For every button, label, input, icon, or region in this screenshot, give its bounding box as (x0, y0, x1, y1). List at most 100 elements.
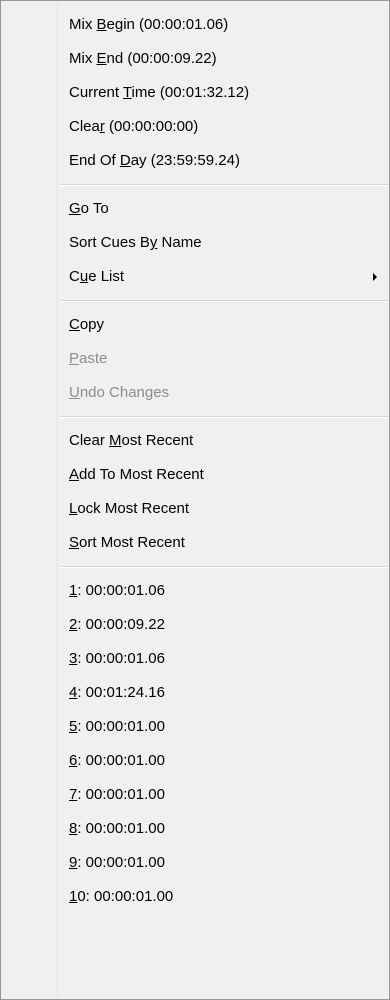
chevron-right-icon (373, 273, 377, 281)
menu-item-label: 4: 00:01:24.16 (69, 684, 165, 701)
label-text: : 00:00:01.00 (77, 752, 165, 769)
label-text: : 00:01:24.16 (77, 684, 165, 701)
label-text: egin (00:00:01.06) (106, 16, 229, 33)
menu-item-label: 6: 00:00:01.00 (69, 752, 165, 769)
label-text: : 00:00:01.00 (77, 820, 165, 837)
paste-item: Paste (1, 342, 389, 376)
label-text: : 00:00:01.06 (77, 582, 165, 599)
menu-item-label: Copy (69, 316, 104, 333)
menu-separator (1, 294, 389, 308)
context-menu: Mix Begin (00:00:01.06) Mix End (00:00:09… (0, 0, 390, 1000)
recent-item-1[interactable]: 1: 00:00:01.06 (1, 574, 389, 608)
label-text: C (69, 268, 80, 285)
label-text: : 00:00:01.00 (77, 854, 165, 871)
menu-item-label: 2: 00:00:09.22 (69, 616, 165, 633)
label-text: nd (00:00:09.22) (106, 50, 217, 67)
menu-item-label: Add To Most Recent (69, 466, 204, 483)
access-key: C (69, 316, 80, 333)
menu-item-label: 1: 00:00:01.06 (69, 582, 165, 599)
label-text: Current (69, 84, 123, 101)
menu-item-label: Clear (00:00:00:00) (69, 118, 198, 135)
go-to-item[interactable]: Go To (1, 192, 389, 226)
label-text: : 00:00:09.22 (77, 616, 165, 633)
menu-item-label: 7: 00:00:01.00 (69, 786, 165, 803)
label-text: Mix (69, 50, 97, 67)
label-text: ndo Changes (79, 384, 170, 401)
recent-item-9[interactable]: 9: 00:00:01.00 (1, 846, 389, 880)
current-time-item[interactable]: Current Time (00:01:32.12) (1, 76, 389, 110)
label-text: ock Most Recent (77, 500, 190, 517)
menu-item-label: Mix End (00:00:09.22) (69, 50, 217, 67)
access-key: D (119, 152, 131, 169)
recent-item-3[interactable]: 3: 00:00:01.06 (1, 642, 389, 676)
label-text: ime (00:01:32.12) (131, 84, 250, 101)
end-of-day-item[interactable]: End Of Day (23:59:59.24) (1, 144, 389, 178)
label-text: End Of (69, 152, 120, 169)
access-key: M (109, 432, 122, 449)
label-text: o To (80, 200, 109, 217)
menu-item-label: 10: 00:00:01.00 (69, 888, 173, 905)
menu-item-label: 3: 00:00:01.06 (69, 650, 165, 667)
menu-item-label: Sort Most Recent (69, 534, 185, 551)
sort-cues-by-name-item[interactable]: Sort Cues By Name (1, 226, 389, 260)
label-text: 0: 00:00:01.00 (77, 888, 174, 905)
label-text: Sort Cues B (69, 234, 150, 251)
label-text: ort Most Recent (79, 534, 185, 551)
menu-item-label: 9: 00:00:01.00 (69, 854, 165, 871)
label-text: : 00:00:01.00 (77, 786, 165, 803)
menu-separator (1, 410, 389, 424)
label-text: ost Recent (121, 432, 194, 449)
menu-item-label: 5: 00:00:01.00 (69, 718, 165, 735)
label-text: (00:00:00:00) (104, 118, 199, 135)
access-key: u (79, 268, 89, 285)
recent-item-8[interactable]: 8: 00:00:01.00 (1, 812, 389, 846)
menu-item-label: Clear Most Recent (69, 432, 193, 449)
add-to-most-recent-item[interactable]: Add To Most Recent (1, 458, 389, 492)
cue-list-item[interactable]: Cue List (1, 260, 389, 294)
access-key: A (69, 466, 80, 483)
menu-item-label: Go To (69, 200, 109, 217)
label-text: Mix (69, 16, 97, 33)
recent-item-2[interactable]: 2: 00:00:09.22 (1, 608, 389, 642)
label-text: aste (79, 350, 108, 367)
recent-item-4[interactable]: 4: 00:01:24.16 (1, 676, 389, 710)
label-text: opy (79, 316, 105, 333)
recent-item-5[interactable]: 5: 00:00:01.00 (1, 710, 389, 744)
menu-item-label: Paste (69, 350, 107, 367)
menu-item-label: End Of Day (23:59:59.24) (69, 152, 240, 169)
menu-items: Mix Begin (00:00:01.06) Mix End (00:00:09… (1, 8, 389, 914)
lock-most-recent-item[interactable]: Lock Most Recent (1, 492, 389, 526)
menu-item-label: Undo Changes (69, 384, 169, 401)
recent-item-7[interactable]: 7: 00:00:01.00 (1, 778, 389, 812)
menu-item-label: Lock Most Recent (69, 500, 189, 517)
access-key: S (69, 534, 80, 551)
recent-item-10[interactable]: 10: 00:00:01.00 (1, 880, 389, 914)
menu-item-label: Cue List (69, 268, 124, 285)
access-key: E (96, 50, 107, 67)
clear-most-recent-item[interactable]: Clear Most Recent (1, 424, 389, 458)
label-text: ay (23:59:59.24) (130, 152, 240, 169)
copy-item[interactable]: Copy (1, 308, 389, 342)
mix-end-item[interactable]: Mix End (00:00:09.22) (1, 42, 389, 76)
label-text: : 00:00:01.00 (77, 718, 165, 735)
sort-most-recent-item[interactable]: Sort Most Recent (1, 526, 389, 560)
label-text: Clear (69, 432, 110, 449)
label-text: Clea (69, 118, 100, 135)
menu-item-label: Mix Begin (00:00:01.06) (69, 16, 228, 33)
label-text: : 00:00:01.06 (77, 650, 165, 667)
menu-item-label: 8: 00:00:01.00 (69, 820, 165, 837)
recent-item-6[interactable]: 6: 00:00:01.00 (1, 744, 389, 778)
menu-separator (1, 560, 389, 574)
clear-item[interactable]: Clear (00:00:00:00) (1, 110, 389, 144)
access-key: P (69, 350, 80, 367)
menu-separator (1, 178, 389, 192)
access-key: G (69, 200, 81, 217)
label-text: e List (88, 268, 125, 285)
access-key: T (122, 84, 132, 101)
access-key: B (96, 16, 107, 33)
undo-changes-item: Undo Changes (1, 376, 389, 410)
menu-item-label: Current Time (00:01:32.12) (69, 84, 249, 101)
mix-begin-item[interactable]: Mix Begin (00:00:01.06) (1, 8, 389, 42)
label-text: Name (157, 234, 202, 251)
label-text: dd To Most Recent (79, 466, 204, 483)
